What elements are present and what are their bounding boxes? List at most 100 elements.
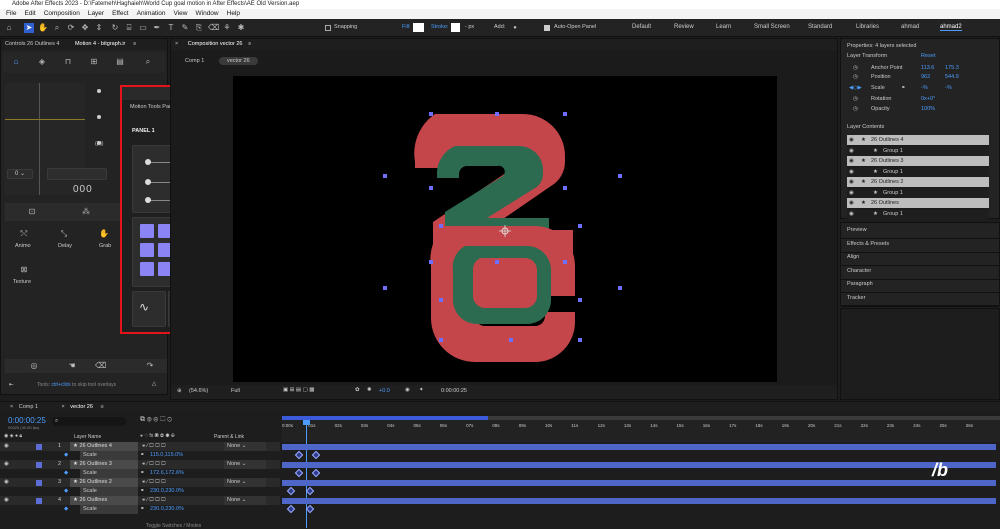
playhead[interactable]	[306, 422, 307, 528]
scale-property-row[interactable]: ◆ Scale ⚭ 115.0,115.0%	[0, 451, 280, 460]
layer-duration-bar[interactable]	[282, 480, 996, 486]
comp-viewer[interactable]	[233, 76, 777, 382]
contents-layer-row[interactable]: ◉ ★ 26 Outlines	[847, 198, 989, 208]
layer-switches[interactable]: ⚹ ∕ ▢ ▢ ▢	[142, 496, 166, 505]
selection-handle[interactable]	[563, 186, 567, 190]
scale-value[interactable]: 230.0,230.0%	[150, 505, 184, 514]
snapping-checkbox[interactable]	[325, 25, 331, 31]
toggle-modes[interactable]: Toggle Switches / Modes	[146, 523, 201, 529]
magnify-icon[interactable]: ⊕	[177, 388, 182, 394]
workspace-review[interactable]: Review	[674, 24, 694, 30]
frame-icon[interactable]: ⊡	[27, 207, 37, 217]
selection-handle[interactable]	[618, 286, 622, 290]
viewer-options-icon[interactable]: ▣ ⊞ ▤ ▢ ▩	[283, 387, 315, 393]
selection-tool-icon[interactable]: ➤	[24, 23, 34, 33]
scale-property-row[interactable]: ◆ Scale ⚭ 172.6,172.6%	[0, 469, 280, 478]
eye-icon[interactable]: ◉	[849, 169, 854, 175]
selection-handle[interactable]	[563, 112, 567, 116]
counter-input[interactable]: 0 ⌄	[7, 169, 33, 179]
keyframe-diamond[interactable]	[305, 504, 315, 514]
scale-value[interactable]: 230.0,230.0%	[150, 487, 184, 496]
layer-name[interactable]: ★ 26 Outlines 3	[70, 460, 138, 469]
ease-dot-1[interactable]	[97, 89, 101, 93]
layers-icon[interactable]: ▤	[115, 57, 125, 67]
scale-property-row[interactable]: ◆ Scale ⚭ 230.0,230.0%	[0, 505, 280, 514]
close-icon[interactable]: ×	[10, 404, 13, 410]
visibility-icon[interactable]: ◉	[4, 478, 9, 487]
layer-row[interactable]: ◉ 3 ★ 26 Outlines 2 ⚹ ∕ ▢ ▢ ▢ None ⌄	[0, 478, 280, 487]
position-x[interactable]: 962	[921, 74, 930, 80]
home-icon[interactable]: ⌂	[11, 57, 21, 67]
keyframe-nav-icon[interactable]: ◆	[64, 487, 68, 496]
curve-icon[interactable]: ↷	[145, 361, 155, 371]
layer-switches[interactable]: ⚹ ∕ ▢ ▢ ▢	[142, 478, 166, 487]
camera-tool-icon[interactable]: ⌸	[124, 23, 134, 33]
keyframe-nav-icon[interactable]: ◆	[64, 505, 68, 514]
anchor-point-2-0[interactable]	[140, 262, 154, 276]
timeline-timecode[interactable]: 0:00:00:25	[8, 416, 46, 425]
keyframe-diamond[interactable]	[294, 468, 304, 478]
chain-icon[interactable]: ⁂	[81, 207, 91, 217]
tab-motion[interactable]: Motion 4 - bitgraph.ir	[75, 41, 125, 47]
pan-tool-icon[interactable]: ✥	[80, 23, 90, 33]
layer-row[interactable]: ◉ 4 ★ 26 Outlines ⚹ ∕ ▢ ▢ ▢ None ⌄	[0, 496, 280, 505]
layer-row[interactable]: ◉ 1 ★ 26 Outlines 4 ⚹ ∕ ▢ ▢ ▢ None ⌄	[0, 442, 280, 451]
zoom-tool-icon[interactable]: ⌕	[52, 23, 62, 33]
selection-handle[interactable]	[439, 338, 443, 342]
stopwatch-icon[interactable]: ◷	[853, 65, 858, 71]
pen-tool-icon[interactable]: ✒	[152, 23, 162, 33]
keyframe-diamond[interactable]	[286, 486, 296, 496]
link-icon[interactable]: ⚭	[901, 85, 906, 91]
workspace-libraries[interactable]: Libraries	[856, 24, 879, 30]
tab-vector26[interactable]: vector 26	[70, 404, 93, 410]
timeline-switch-icons[interactable]: ⧉ ⊛ ⊜ ⬚ ⊙	[140, 416, 172, 424]
col-parent[interactable]: Parent & Link	[214, 434, 244, 440]
selection-handle[interactable]	[618, 174, 622, 178]
contents-group-row[interactable]: ◉ ★ Group 1	[847, 208, 989, 219]
keyframe-diamond[interactable]	[311, 468, 321, 478]
contents-layer-row[interactable]: ◉ ★ 26 Outlines 3	[847, 156, 989, 166]
menu-item-window[interactable]: Window	[196, 10, 219, 17]
keyframe-diamond[interactable]	[305, 486, 315, 496]
stopwatch-icon[interactable]: ◷	[853, 96, 858, 102]
time-ruler[interactable]: 0:00s 01s 02s 03s 04s 05s 06s 07s 08s 09s 10s 11s 12…	[282, 416, 1000, 442]
collapse-icon[interactable]: ⇤	[9, 382, 14, 388]
add-icon[interactable]: ●	[510, 23, 520, 33]
layer-name[interactable]: ★ 26 Outlines 2	[70, 478, 138, 487]
playhead-handle[interactable]	[303, 420, 310, 425]
scale-y[interactable]: -%	[945, 85, 952, 91]
exposure-value[interactable]: +0.0	[379, 388, 390, 394]
eye-icon[interactable]: ◉	[849, 179, 854, 185]
scale-x[interactable]: -%	[921, 85, 928, 91]
selection-handle[interactable]	[495, 112, 499, 116]
label-color[interactable]	[36, 444, 42, 450]
delay-icon[interactable]: ⤡	[59, 229, 69, 239]
hand-tool-icon[interactable]: ✋	[38, 23, 48, 33]
exposure-icon[interactable]: ✺	[367, 387, 372, 393]
stopwatch-icon[interactable]: ◷	[853, 74, 858, 80]
panel-tracker[interactable]: Tracker	[847, 295, 865, 301]
label-color[interactable]	[36, 498, 42, 504]
scale-value[interactable]: 115.0,115.0%	[150, 451, 183, 460]
panel-menu-icon[interactable]: ≡	[248, 41, 251, 47]
layer-switches[interactable]: ⚹ ∕ ▢ ▢ ▢	[142, 460, 166, 469]
home-icon[interactable]: ⌂	[4, 23, 14, 33]
ease-dot-2[interactable]	[97, 115, 101, 119]
hand-icon[interactable]: ☚	[67, 361, 77, 371]
comp-tab-label[interactable]: Composition vector 26	[188, 41, 243, 47]
selection-handle[interactable]	[429, 186, 433, 190]
slider-knob-1[interactable]	[145, 159, 151, 165]
trash-icon[interactable]: ⌫	[95, 361, 106, 371]
label-color[interactable]	[36, 462, 42, 468]
anchor-x[interactable]: 113.6	[921, 65, 934, 71]
reset-button[interactable]: Reset	[921, 53, 935, 59]
roto-tool-icon[interactable]: ⚘	[222, 23, 232, 33]
animo-icon[interactable]: ⤲	[19, 229, 29, 239]
menu-item-animation[interactable]: Animation	[137, 10, 166, 17]
orbit-tool-icon[interactable]: ⟳	[66, 23, 76, 33]
channel-icon[interactable]: ✦	[419, 387, 424, 393]
col-layer-name[interactable]: Layer Name	[74, 434, 101, 440]
contents-layer-row[interactable]: ◉ ★ 26 Outlines 2	[847, 177, 989, 187]
selection-handle[interactable]	[578, 338, 582, 342]
visibility-icon[interactable]: ◉	[4, 460, 9, 469]
